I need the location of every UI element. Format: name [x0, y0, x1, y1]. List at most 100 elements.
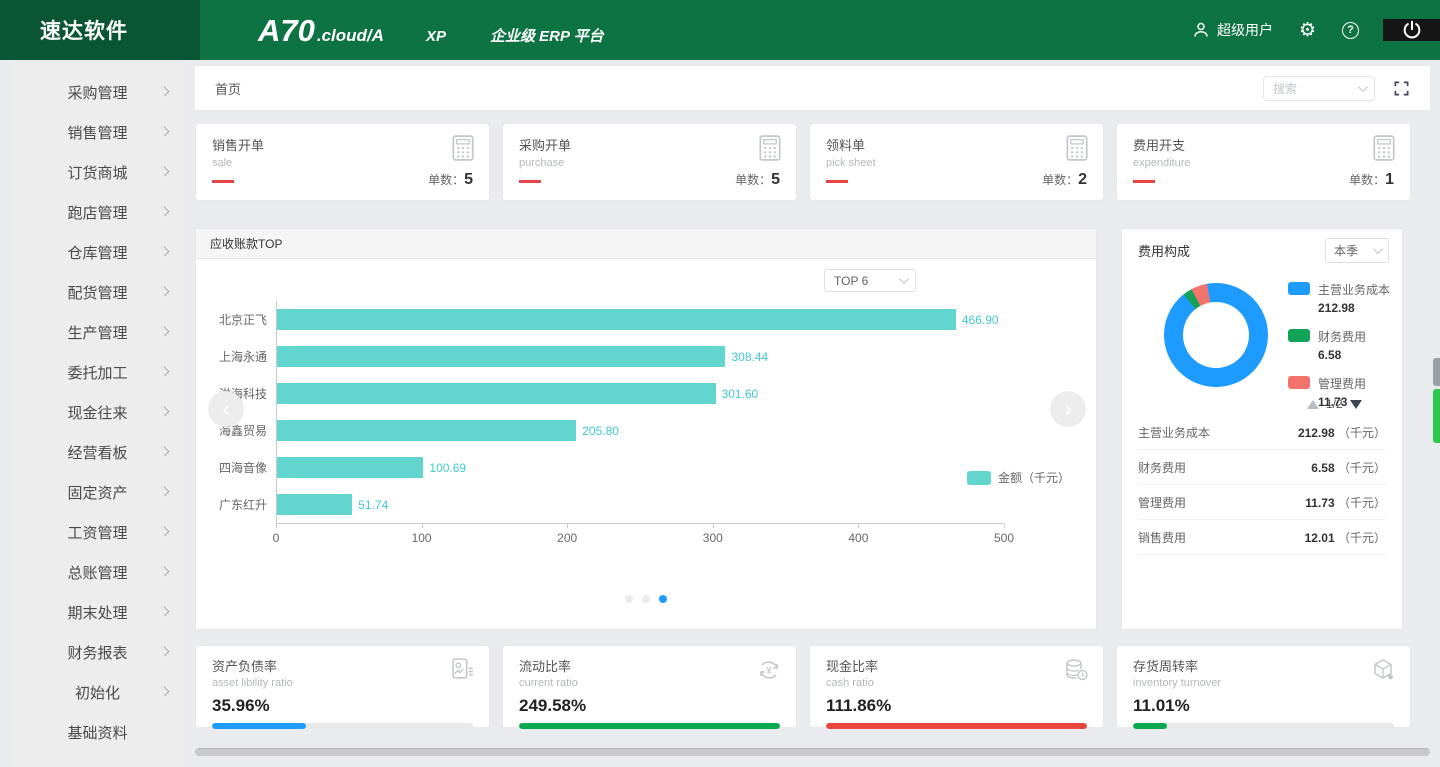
app-header: 速达软件 A70 .cloud/A XP 企业级 ERP 平台 超级用户 ⚙ ? [0, 0, 1440, 60]
sidebar-item[interactable]: 总账管理 [10, 552, 185, 592]
sidebar-item[interactable]: 仓库管理 [10, 232, 185, 272]
sidebar-item[interactable]: 生产管理 [10, 312, 185, 352]
period-value: 本季 [1334, 244, 1359, 258]
fullscreen-button[interactable] [1393, 80, 1410, 97]
quick-widget-gray-tab[interactable] [1433, 358, 1440, 386]
sidebar-item[interactable]: 经营看板 [10, 432, 185, 472]
sidebar-item[interactable]: 采购管理 [10, 72, 185, 112]
stat-card-title: 销售开单 [212, 138, 265, 153]
sidebar-item[interactable]: 工资管理 [10, 512, 185, 552]
sidebar-item-label: 销售管理 [67, 124, 128, 142]
quick-sidebar-widget[interactable] [1433, 358, 1440, 443]
sidebar-item[interactable]: 基础资料 [10, 712, 185, 752]
user-menu[interactable]: 超级用户 [1192, 20, 1273, 40]
bar[interactable] [277, 383, 716, 404]
x-axis-tickmark [858, 524, 860, 528]
sidebar-item[interactable]: 初始化 [10, 672, 185, 712]
ratio-card-title: 存货周转率 [1133, 659, 1199, 674]
sidebar-item-label: 总账管理 [67, 564, 128, 582]
settings-button[interactable]: ⚙ [1299, 21, 1316, 40]
ratio-card-value: 35.96% [212, 696, 270, 715]
bar[interactable] [277, 420, 577, 441]
chevron-right-icon [159, 86, 170, 97]
breadcrumb-home[interactable]: 首页 [215, 79, 241, 98]
sidebar-item[interactable]: 订货商城 [10, 152, 185, 192]
donut-legend-item[interactable]: 主营业务成本 212.98 [1288, 281, 1390, 315]
help-button[interactable]: ? [1342, 21, 1359, 39]
legend-label: 管理费用 [1318, 377, 1367, 391]
user-name: 超级用户 [1216, 22, 1273, 38]
expense-rows: 主营业务成本 212.98 （千元） 财务费用 6.58 （千元） 管理费用 11.73 … [1138, 415, 1386, 555]
sidebar-item[interactable]: 现金往来 [10, 392, 185, 432]
donut-legend-item[interactable]: 财务费用 6.58 [1288, 328, 1390, 362]
bar[interactable] [277, 346, 726, 367]
pager-down-icon[interactable] [1349, 399, 1362, 409]
stat-card-title: 领料单 [826, 138, 866, 153]
sidebar-item[interactable]: 委托加工 [10, 352, 185, 392]
chevron-right-icon [159, 606, 170, 617]
bar-value-label: 301.60 [721, 386, 759, 401]
top-n-select[interactable]: TOP 6 [824, 269, 916, 292]
carousel-dot[interactable] [659, 595, 667, 603]
logout-button[interactable] [1383, 19, 1440, 41]
sidebar-item[interactable]: 固定资产 [10, 472, 185, 512]
pager-up-icon[interactable] [1307, 399, 1319, 409]
stat-card[interactable]: 销售开单 sale 单数：5 [195, 123, 490, 201]
chevron-right-icon [159, 646, 170, 657]
ratio-card-subtitle: current ratio [519, 677, 578, 689]
sidebar-item-label: 订货商城 [67, 164, 128, 182]
chevron-right-icon [159, 126, 170, 137]
progress-fill [212, 723, 306, 729]
stat-card[interactable]: 领料单 pick sheet 单数：2 [809, 123, 1104, 201]
main-content: 首页 搜索 销售开单 sale 单数：5 采购开单 purchase 单数：5 领料单 pic… [185, 60, 1440, 767]
scrollbar-thumb[interactable] [195, 748, 1430, 756]
carousel-dot[interactable] [625, 595, 633, 603]
carousel-next-button[interactable]: › [1050, 391, 1086, 427]
ratio-card[interactable]: 现金比率 cash ratio 111.86% [809, 645, 1104, 729]
bar[interactable] [277, 457, 424, 478]
ratio-card-value: 111.86% [826, 696, 892, 715]
sidebar-item[interactable]: 期末处理 [10, 592, 185, 632]
sidebar-item[interactable]: 销售管理 [10, 112, 185, 152]
sidebar-item-label: 配货管理 [67, 284, 128, 302]
expense-row-label: 财务费用 [1138, 460, 1187, 475]
svg-text:¥: ¥ [766, 666, 771, 676]
stat-card[interactable]: 采购开单 purchase 单数：5 [502, 123, 797, 201]
ratio-cards-row: 资产负债率 asset libility ratio 35.96% 流动比率 curre… [195, 645, 1411, 729]
calculator-icon [1371, 134, 1397, 167]
ratio-card[interactable]: 资产负债率 asset libility ratio 35.96% [195, 645, 490, 729]
sidebar-item[interactable]: 财务报表 [10, 632, 185, 672]
bar[interactable] [277, 309, 956, 330]
sidebar-item[interactable]: 配货管理 [10, 272, 185, 312]
power-icon [1403, 20, 1420, 39]
gear-icon: ⚙ [1298, 19, 1316, 41]
bar[interactable] [277, 494, 353, 515]
progress-bar [1133, 723, 1394, 729]
ratio-card[interactable]: 流动比率 current ratio ¥249.58% [502, 645, 797, 729]
stat-card-count: 单数：1 [1349, 171, 1394, 188]
stat-card-title: 费用开支 [1133, 138, 1186, 153]
carousel-prev-button[interactable]: ‹ [208, 391, 244, 427]
red-dash [1133, 180, 1155, 183]
legend-value: 212.98 [1318, 301, 1355, 315]
stat-card[interactable]: 费用开支 expenditure 单数：1 [1116, 123, 1411, 201]
x-axis-tickmark [276, 524, 277, 528]
sidebar-item[interactable]: 跑店管理 [10, 192, 185, 232]
chevron-right-icon [159, 206, 170, 217]
legend-swatch [966, 470, 991, 485]
search-input[interactable]: 搜索 [1263, 75, 1375, 101]
expense-row-label: 管理费用 [1138, 495, 1187, 510]
red-dash [519, 180, 541, 183]
ratio-card[interactable]: 存货周转率 inventory turnover 11.01% [1116, 645, 1411, 729]
legend-label: 主营业务成本 [1318, 283, 1391, 297]
quick-widget-green-tab[interactable] [1433, 389, 1440, 443]
coins-clock-icon [1062, 656, 1090, 689]
sidebar-item-label: 财务报表 [67, 644, 128, 662]
legend-label: 金额（千元） [997, 471, 1070, 485]
x-axis-tick-label: 300 [702, 531, 723, 545]
expense-row-label: 主营业务成本 [1138, 425, 1211, 440]
carousel-dot[interactable] [642, 595, 650, 603]
report-icon [449, 656, 476, 688]
legend-swatch [1288, 282, 1310, 295]
period-select[interactable]: 本季 [1325, 238, 1389, 263]
